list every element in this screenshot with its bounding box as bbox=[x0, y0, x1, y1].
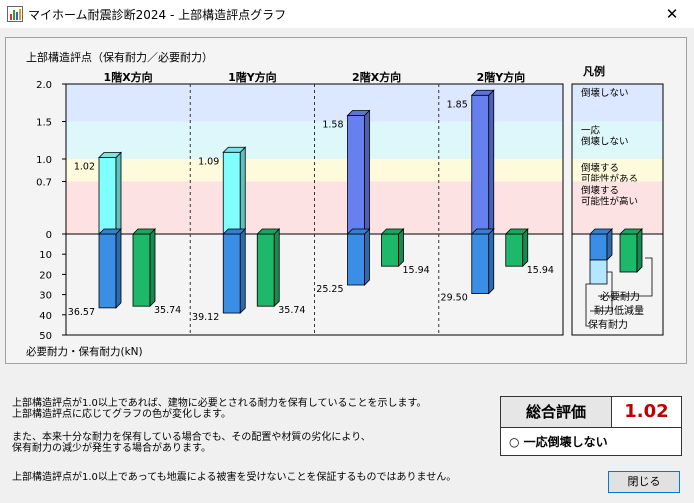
close-button[interactable]: 閉じる bbox=[608, 471, 680, 493]
window-title: マイホーム耐震診断2024 - 上部構造評点グラフ bbox=[28, 8, 287, 22]
graph-panel bbox=[5, 37, 687, 364]
description-line-3: また、本来十分な耐力を保有している場合でも、その配置や材質の劣化により、 bbox=[12, 432, 371, 443]
overall-evaluation-label: 総合評価 bbox=[501, 397, 612, 428]
window-close-icon[interactable]: ✕ bbox=[650, 0, 694, 28]
overall-evaluation-result: ○ 一応倒壊しない bbox=[509, 435, 608, 449]
overall-evaluation-box: 総合評価 1.02 ○ 一応倒壊しない bbox=[500, 396, 682, 456]
app-icon bbox=[7, 6, 23, 22]
description-line-5: 上部構造評点が1.0以上であっても地震による被害を受けないことを保証するものでは… bbox=[12, 472, 457, 483]
overall-evaluation-value: 1.02 bbox=[612, 397, 681, 428]
title-bar: マイホーム耐震診断2024 - 上部構造評点グラフ ✕ bbox=[0, 0, 694, 28]
description-line-4: 保有耐力の減少が発生する場合があります。 bbox=[12, 443, 211, 454]
description-line-2: 上部構造評点に応じてグラフの色が変化します。 bbox=[12, 409, 231, 420]
description-line-1: 上部構造評点が1.0以上であれば、建物に必要とされる耐力を保有していることを示し… bbox=[12, 398, 427, 409]
